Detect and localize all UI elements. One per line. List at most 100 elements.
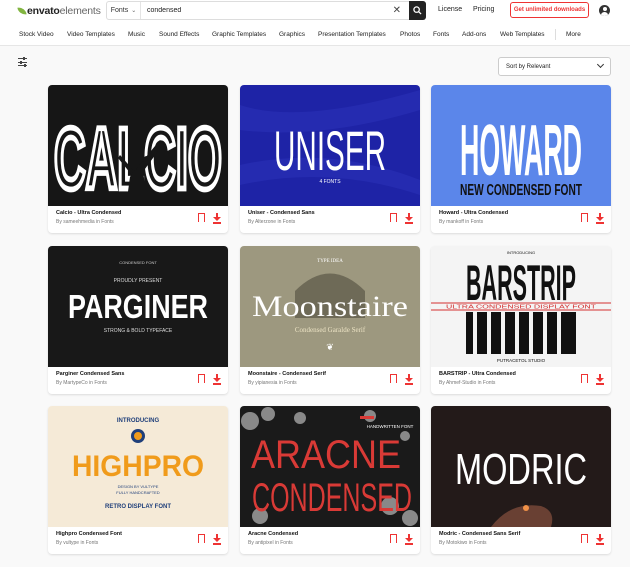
nav-presentation-templates[interactable]: Presentation Templates [318, 31, 386, 38]
pricing-link[interactable]: Pricing [473, 6, 494, 13]
search-button[interactable] [409, 1, 426, 20]
card-author[interactable]: By Ahmef-Studio in Fonts [439, 380, 495, 386]
font-card[interactable]: CALCIO Calcio - Ultra Condensed By samee… [48, 85, 228, 233]
thumbnail-subtext: STRONG & BOLD TYPEFACE [104, 328, 173, 334]
card-author[interactable]: By antipixel in Fonts [248, 540, 293, 546]
bookmark-icon[interactable] [581, 213, 588, 224]
download-icon[interactable] [596, 534, 604, 545]
account-icon[interactable] [599, 5, 610, 16]
download-icon[interactable] [405, 534, 413, 545]
envato-elements-logo[interactable]: envato elements [17, 5, 101, 17]
thumbnail-subtext: 4 FONTS [319, 179, 341, 185]
card-title[interactable]: Calcio - Ultra Condensed [56, 210, 121, 216]
download-icon[interactable] [213, 213, 221, 224]
bookmark-icon[interactable] [390, 534, 397, 545]
thumbnail-text: PARGINER [68, 288, 208, 325]
font-card[interactable]: CONDENSED FONT PROUDLY PRESENT PARGINER … [48, 246, 228, 394]
card-thumbnail[interactable]: INTRODUCING HIGHPRO DESIGN BY VULTYPE FU… [48, 406, 228, 527]
font-card[interactable]: TYPE IDEA Moonstaire Condensed Garalde S… [240, 246, 420, 394]
download-icon[interactable] [213, 534, 221, 545]
card-thumbnail[interactable]: TYPE IDEA Moonstaire Condensed Garalde S… [240, 246, 420, 367]
card-title[interactable]: Aracne Condensed [248, 531, 298, 537]
thumbnail-subtext: TYPE IDEA [317, 259, 343, 264]
card-author[interactable]: By vultype in Fonts [56, 540, 98, 546]
download-icon[interactable] [596, 213, 604, 224]
thumbnail-text: MODRIC [455, 445, 587, 494]
card-title[interactable]: Highpro Condensed Font [56, 531, 122, 537]
card-thumbnail[interactable]: MODRIC [431, 406, 611, 527]
download-icon[interactable] [405, 213, 413, 224]
card-title[interactable]: Parginer Condensed Sans [56, 371, 124, 377]
nav-more[interactable]: More [566, 31, 581, 38]
thumbnail-text: HOWARD [460, 111, 582, 191]
thumbnail-subtext: Condensed Garalde Serif [295, 326, 366, 334]
nav-add-ons[interactable]: Add-ons [462, 31, 486, 38]
bookmark-icon[interactable] [198, 534, 205, 545]
chevron-down-icon: ⌄ [131, 8, 137, 14]
nav-sound-effects[interactable]: Sound Effects [159, 31, 199, 38]
nav-video-templates[interactable]: Video Templates [67, 31, 115, 38]
thumbnail-subtext: PUTRACETOL STUDIO [497, 358, 546, 363]
bookmark-icon[interactable] [198, 374, 205, 385]
card-thumbnail[interactable]: UNISER 4 FONTS [240, 85, 420, 206]
license-link[interactable]: License [438, 6, 462, 13]
thumbnail-text: CONDENSED [252, 476, 412, 520]
get-unlimited-downloads-button[interactable]: Get unlimited downloads [510, 2, 589, 18]
download-icon[interactable] [596, 374, 604, 385]
card-title[interactable]: Modric - Condensed Sans Serif [439, 531, 520, 537]
nav-photos[interactable]: Photos [400, 31, 420, 38]
thumbnail-subtext: HANDWRITTEN FONT [367, 424, 414, 429]
font-card[interactable]: HOWARD NEW CONDENSED FONT Howard - Ultra… [431, 85, 611, 233]
card-author[interactable]: By sameehmedia in Fonts [56, 219, 114, 225]
top-bar: envatoelements Fonts ⌄ ✕ License Pricing… [0, 0, 630, 22]
thumbnail-subtext: CONDENSED FONT [119, 260, 157, 265]
bookmark-icon[interactable] [390, 374, 397, 385]
card-author[interactable]: By yipianesia in Fonts [248, 380, 297, 386]
nav-stock-video[interactable]: Stock Video [19, 31, 54, 38]
ornament-icon: ❦ [326, 342, 334, 352]
sort-dropdown[interactable]: Sort by Relevant [498, 57, 611, 76]
filter-icon[interactable] [18, 57, 27, 67]
search-bar: Fonts ⌄ ✕ [106, 1, 426, 20]
card-author[interactable]: By mankoff in Fonts [439, 219, 483, 225]
download-icon[interactable] [213, 374, 221, 385]
thumbnail-text: HIGHPRO [72, 450, 204, 483]
font-card[interactable]: MODRIC Modric - Condensed Sans Serif By … [431, 406, 611, 554]
thumbnail-text: ARACNE [251, 433, 401, 477]
nav-music[interactable]: Music [128, 31, 145, 38]
nav-graphics[interactable]: Graphics [279, 31, 305, 38]
bookmark-icon[interactable] [390, 213, 397, 224]
search-input[interactable] [141, 7, 381, 14]
nav-graphic-templates[interactable]: Graphic Templates [212, 31, 266, 38]
card-thumbnail[interactable]: HANDWRITTEN FONT ARACNE CONDENSED [240, 406, 420, 527]
font-card[interactable]: HANDWRITTEN FONT ARACNE CONDENSED Aracne… [240, 406, 420, 554]
category-dropdown[interactable]: Fonts ⌄ [107, 2, 141, 19]
card-thumbnail[interactable]: INTRODUCING BARSTRIP ULTRA CONDENSED DIS… [431, 246, 611, 367]
card-title[interactable]: Howard - Ultra Condensed [439, 210, 508, 216]
font-card[interactable]: INTRODUCING HIGHPRO DESIGN BY VULTYPE FU… [48, 406, 228, 554]
font-card[interactable]: UNISER 4 FONTS Uniser - Condensed Sans B… [240, 85, 420, 233]
bookmark-icon[interactable] [581, 374, 588, 385]
card-author[interactable]: By Motokiwo in Fonts [439, 540, 487, 546]
card-title[interactable]: Uniser - Condensed Sans [248, 210, 315, 216]
nav-fonts[interactable]: Fonts [433, 31, 449, 38]
chevron-down-icon [596, 60, 605, 69]
card-thumbnail[interactable]: HOWARD NEW CONDENSED FONT [431, 85, 611, 206]
bookmark-icon[interactable] [198, 213, 205, 224]
thumbnail-subtext: INTRODUCING [117, 418, 160, 424]
card-thumbnail[interactable]: CALCIO [48, 85, 228, 206]
clear-search-icon[interactable]: ✕ [393, 5, 401, 16]
card-author[interactable]: By MartypeCo in Fonts [56, 380, 107, 386]
category-nav: Stock Video Video Templates Music Sound … [0, 22, 630, 46]
font-card[interactable]: INTRODUCING BARSTRIP ULTRA CONDENSED DIS… [431, 246, 611, 394]
card-title[interactable]: Moonstaire - Condensed Serif [248, 371, 326, 377]
card-title[interactable]: BARSTRIP - Ultra Condensed [439, 371, 516, 377]
thumbnail-subtext: FULLY HANDCRAFTED [116, 490, 160, 495]
card-thumbnail[interactable]: CONDENSED FONT PROUDLY PRESENT PARGINER … [48, 246, 228, 367]
download-icon[interactable] [405, 374, 413, 385]
thumbnail-subtext: ULTRA CONDENSED DISPLAY FONT [446, 305, 596, 311]
bookmark-icon[interactable] [581, 534, 588, 545]
card-author[interactable]: By Alterzone in Fonts [248, 219, 295, 225]
thumbnail-subtext: DESIGN BY VULTYPE [118, 484, 159, 489]
nav-web-templates[interactable]: Web Templates [500, 31, 545, 38]
